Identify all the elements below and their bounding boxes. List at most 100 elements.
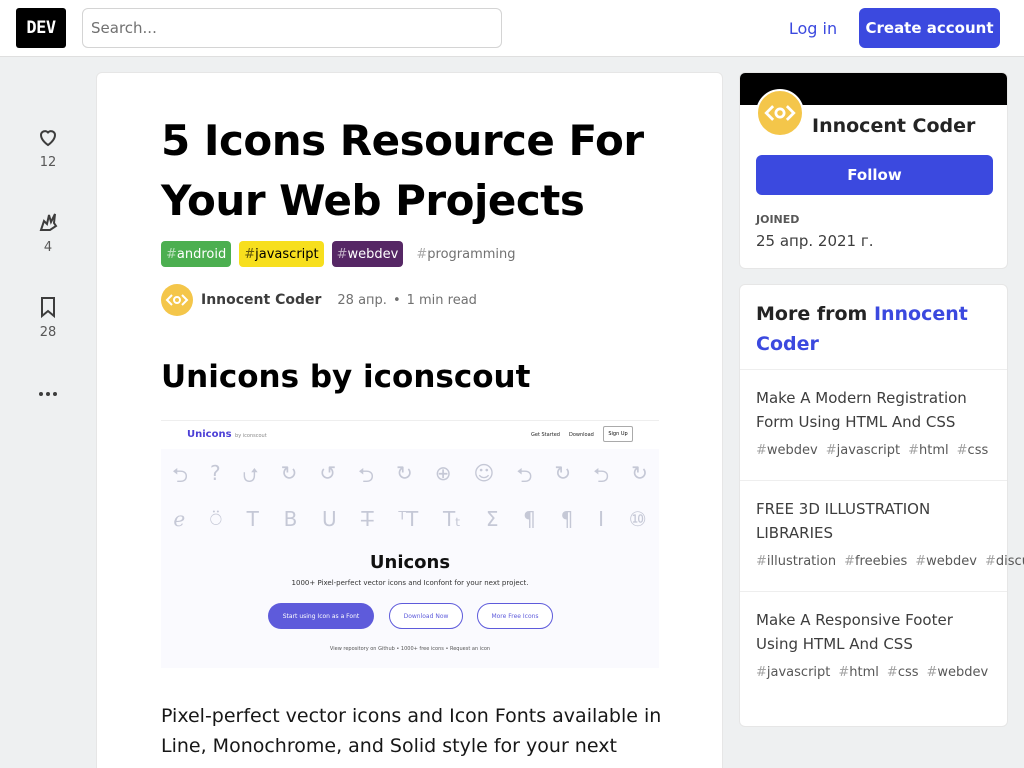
code-face-icon [165,294,189,306]
more-from-item-title[interactable]: FREE 3D ILLUSTRATION LIBRARIES [756,497,991,545]
joined-label: JOINED [756,213,800,226]
avatar[interactable] [161,284,193,316]
reaction-unicorn[interactable]: 4 [24,210,72,255]
reaction-bookmark[interactable]: 28 [24,295,72,340]
more-from-item-tags: #webdev #javascript #html #css [756,438,991,464]
preview-glyph: ⊕ [434,461,452,485]
preview-footer: View repository on Github • 1000+ free i… [329,646,491,652]
tag-link[interactable]: #javascript [756,665,830,680]
preview-glyph: ᵀT [398,507,419,531]
reaction-heart[interactable]: 12 [24,125,72,170]
preview-glyph: ↻ [631,461,648,485]
bookmark-count: 28 [39,325,57,340]
ellipsis-icon [39,392,57,396]
tag-webdev[interactable]: # webdev [331,241,404,267]
tag-link[interactable]: #discuss [985,554,1024,569]
read-time: 1 min read [406,292,477,308]
tag-link[interactable]: #webdev [756,443,818,458]
preview-glyph: ↻ [396,461,413,485]
more-from-item[interactable]: FREE 3D ILLUSTRATION LIBRARIES #illustrat… [740,481,1024,592]
more-from-heading: More from Innocent Coder [740,285,1007,370]
preview-glyph: U [322,507,337,531]
more-from-item-title[interactable]: Make A Modern Registration Form Using HT… [756,386,991,434]
section-heading: Unicons by iconscout [161,359,531,395]
preview-glyph: ⑩ [628,507,647,531]
dev-logo[interactable]: DEV [16,8,66,48]
article-paragraph: Pixel-perfect vector icons and Icon Font… [161,705,662,768]
preview-glyph: I [598,507,604,531]
post-date: 28 апр. [337,292,387,308]
tag-link[interactable]: #webdev [915,554,977,569]
preview-glyph: ℯ [173,507,186,531]
preview-icon-row: ℯ ⍥ T B U T̶ ᵀT Tₜ Σ ¶ ¶ I ⑩ [161,507,659,531]
author-card-name[interactable]: Innocent Coder [812,115,975,137]
tag-javascript[interactable]: # javascript [239,241,324,267]
article-card: 5 Icons Resource For Your Web Projects #… [96,72,723,768]
code-face-icon [764,105,796,121]
preview-brand: Unicons by iconscout [187,429,267,440]
tag-link[interactable]: #css [957,443,989,458]
more-actions-button[interactable] [24,382,72,406]
preview-glyph: ⮍ [242,463,259,487]
preview-signup: Sign Up [603,426,633,442]
preview-nav-link: Download [569,432,594,438]
tag-programming[interactable]: # programming [411,241,521,267]
article-title: 5 Icons Resource For Your Web Projects [161,116,644,225]
more-from-item-tags: #javascript #html #css #webdev [756,660,991,686]
more-from-item[interactable]: Make A Responsive Footer Using HTML And … [740,592,1007,702]
more-from-item-title[interactable]: Make A Responsive Footer Using HTML And … [756,608,991,656]
preview-glyph: ↺ [319,461,337,485]
preview-glyph: ⮌ [171,463,189,487]
tag-link[interactable]: #javascript [826,443,900,458]
unicorn-count: 4 [43,240,53,255]
meta-separator: • [392,292,401,308]
more-from-card: More from Innocent Coder Make A Modern R… [739,284,1024,727]
author-meta: Innocent Coder 28 апр. • 1 min read [161,284,477,316]
preview-glyph: ⮌ [516,463,533,487]
tag-link[interactable]: #illustration [756,554,836,569]
preview-button-font: Start using Icon as a Font [268,603,374,629]
more-from-item-tags: #illustration #freebies #webdev #discuss [756,549,1024,575]
preview-glyph: ¶ [560,507,574,531]
author-card: Innocent Coder Follow JOINED 25 апр. 202… [739,72,1008,269]
preview-icon-row: ⮌? ⮍ ↻ ↺ ⮌ ↻ ⊕ ☺ ⮌ ↻ ⮌ ↻ [161,461,659,495]
preview-subtitle: 1000+ Pixel-perfect vector icons and Ico… [291,579,529,587]
author-name[interactable]: Innocent Coder [201,292,321,308]
preview-glyph: ⮌ [358,463,375,487]
preview-glyph: T̶ [361,507,374,531]
login-link[interactable]: Log in [775,8,851,48]
preview-glyph: ⮌ [593,463,610,487]
preview-button-download: Download Now [389,603,463,629]
follow-button[interactable]: Follow [756,155,993,195]
more-from-item[interactable]: Make A Modern Registration Form Using HT… [740,370,1007,481]
preview-glyph: B [283,507,298,531]
avatar[interactable] [756,89,804,137]
article-tags: # android # javascript # webdev # programmin… [161,241,521,267]
preview-glyph: T [246,507,259,531]
preview-glyph: ↻ [280,461,298,485]
preview-glyph: Σ [485,507,499,531]
tag-link[interactable]: #webdev [927,665,989,680]
preview-glyph: Tₜ [442,507,462,531]
tag-link[interactable]: #html [908,443,949,458]
tag-link[interactable]: #css [887,665,919,680]
unicorn-icon [39,213,58,231]
top-header: DEV Log in Create account [0,0,1024,57]
preview-glyph: ↻ [554,461,572,485]
preview-title: Unicons [369,552,451,573]
preview-nav: Unicons by iconscout Get Started Downloa… [161,421,659,449]
preview-button-more: More Free Icons [477,603,553,629]
tag-link[interactable]: #freebies [844,554,907,569]
heart-icon [39,130,57,147]
bookmark-icon [41,297,55,319]
joined-date: 25 апр. 2021 г. [756,232,874,250]
create-account-button[interactable]: Create account [859,8,1000,48]
preview-glyph: ¶ [523,507,536,531]
tag-link[interactable]: #html [838,665,879,680]
preview-nav-link: Get Started [531,432,560,438]
search-input[interactable] [82,8,502,48]
heart-count: 12 [39,155,57,170]
article-image: Unicons by iconscout Get Started Downloa… [161,420,659,668]
preview-glyph: ☺ [473,461,495,485]
tag-android[interactable]: # android [161,241,232,267]
